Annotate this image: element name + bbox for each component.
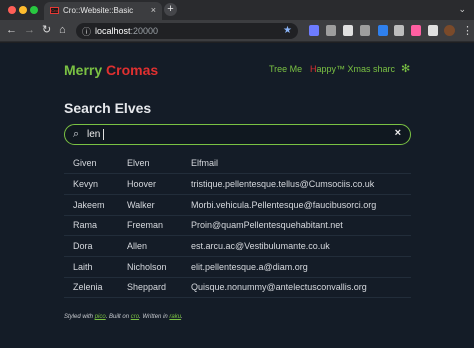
address-bar[interactable]: ⓘ localhost:20000 ★ — [76, 23, 298, 39]
table-row: Laith Nicholson elit.pellentesque.a@diam… — [64, 256, 411, 278]
cell-elfmail: Morbi.vehicula.Pellentesque@faucibusorci… — [191, 194, 411, 216]
column-header-elfmail: Elfmail — [191, 153, 411, 175]
reload-icon[interactable]: ↻ — [42, 24, 51, 37]
cell-elven: Sheppard — [127, 277, 191, 299]
cell-elfmail: Quisque.nonummy@antelectusconvallis.org — [191, 277, 411, 299]
url-port: :20000 — [130, 26, 159, 36]
cell-elfmail: tristique.pellentesque.tellus@Cumsociis.… — [191, 173, 411, 195]
footer-link-pico[interactable]: pico — [95, 314, 106, 320]
kebab-menu-icon[interactable]: ⋮ — [462, 24, 473, 37]
cell-given: Rama — [64, 215, 127, 237]
minimize-window-button[interactable] — [19, 6, 27, 14]
back-arrow-icon[interactable]: ← — [6, 24, 17, 37]
cell-given: Dora — [64, 235, 127, 257]
column-header-given: Given — [64, 153, 127, 175]
extension-icon[interactable] — [411, 25, 421, 36]
browser-tab-strip: Cro Cro::Website::Basic × + ⌄ — [0, 0, 474, 20]
extension-icon[interactable] — [309, 25, 319, 36]
nav-link-tree-me[interactable]: Tree Me — [269, 64, 302, 74]
nav-xmas-rest: appy™ Xmas — [316, 64, 371, 74]
table-row: Zelenia Sheppard Quisque.nonummy@antelec… — [64, 277, 411, 299]
extensions-puzzle-icon[interactable] — [428, 25, 438, 36]
cell-elfmail: elit.pellentesque.a@diam.org — [191, 256, 411, 278]
url-host: localhost — [95, 26, 131, 36]
forward-arrow-icon[interactable]: → — [24, 24, 35, 37]
browser-toolbar: ← → ↻ ⌂ ⓘ localhost:20000 ★ ⋮ — [0, 20, 474, 42]
search-box[interactable]: ⌕ × — [64, 124, 411, 145]
page-title: Search Elves — [64, 100, 152, 116]
star-icon[interactable]: ★ — [283, 25, 292, 36]
profile-avatar[interactable] — [444, 25, 455, 36]
table-row: Rama Freeman Proin@quamPellentesquehabit… — [64, 215, 411, 237]
table-header-row: Given Elven Elfmail — [64, 153, 411, 175]
extension-icon[interactable] — [378, 25, 388, 36]
cell-elven: Walker — [127, 194, 191, 216]
page-footer: Styled with pico. Built on cro. Written … — [64, 314, 183, 320]
cell-given: Zelenia — [64, 277, 127, 299]
cell-given: Laith — [64, 256, 127, 278]
new-tab-button[interactable]: + — [164, 3, 177, 16]
footer-text: . Written in — [139, 314, 170, 320]
footer-link-raku[interactable]: raku — [169, 314, 181, 320]
table-row: Kevyn Hoover tristique.pellentesque.tell… — [64, 173, 411, 195]
brand-second-word: Cromas — [102, 62, 159, 78]
extension-icon[interactable] — [394, 25, 404, 36]
table-row: Dora Allen est.arcu.ac@Vestibulumante.co… — [64, 235, 411, 257]
web-page: Merry Cromas Tree Me Happy™ Xmas sharc ✻… — [0, 43, 474, 348]
brand-first-word: Merry — [64, 62, 103, 78]
footer-text: . — [181, 314, 183, 320]
cell-elven: Allen — [127, 235, 191, 257]
cell-elven: Hoover — [127, 173, 191, 195]
elves-table: Given Elven Elfmail Kevyn Hoover tristiq… — [64, 153, 411, 299]
site-favicon-icon: Cro — [50, 7, 59, 14]
extension-icon[interactable] — [343, 25, 353, 36]
cell-elven: Nicholson — [127, 256, 191, 278]
site-info-icon[interactable]: ⓘ — [82, 25, 91, 38]
extension-icon[interactable] — [360, 25, 370, 36]
maximize-window-button[interactable] — [30, 6, 38, 14]
search-icon: ⌕ — [73, 128, 80, 140]
nav-link-sharc[interactable]: sharc — [373, 64, 395, 74]
footer-text: . Built on — [105, 314, 131, 320]
cell-given: Kevyn — [64, 173, 127, 195]
tab-close-icon[interactable]: × — [151, 5, 156, 15]
cell-elfmail: est.arcu.ac@Vestibulumante.co.uk — [191, 235, 411, 257]
home-icon[interactable]: ⌂ — [59, 24, 66, 37]
extension-icon[interactable] — [326, 25, 336, 36]
footer-text: Styled with — [64, 314, 95, 320]
text-cursor — [103, 129, 104, 140]
clear-search-button[interactable]: × — [395, 127, 401, 139]
cell-elfmail: Proin@quamPellentesquehabitant.net — [191, 215, 411, 237]
column-header-elven: Elven — [127, 153, 191, 175]
tab-search-icon[interactable]: ⌄ — [458, 4, 466, 15]
url-text[interactable]: localhost:20000 — [95, 26, 158, 36]
footer-link-cro[interactable]: cro — [131, 314, 139, 320]
search-input[interactable] — [87, 128, 377, 141]
table-row: Jakeem Walker Morbi.vehicula.Pellentesqu… — [64, 194, 411, 216]
site-brand[interactable]: Merry Cromas — [64, 62, 158, 78]
tab-title: Cro::Website::Basic — [63, 6, 134, 15]
cell-given: Jakeem — [64, 194, 127, 216]
nav-link-happy-xmas[interactable]: Happy™ Xmas — [310, 64, 371, 74]
gear-icon[interactable]: ✻ — [401, 62, 410, 75]
close-window-button[interactable] — [8, 6, 16, 14]
browser-tab[interactable]: Cro Cro::Website::Basic × — [44, 2, 162, 20]
cell-elven: Freeman — [127, 215, 191, 237]
